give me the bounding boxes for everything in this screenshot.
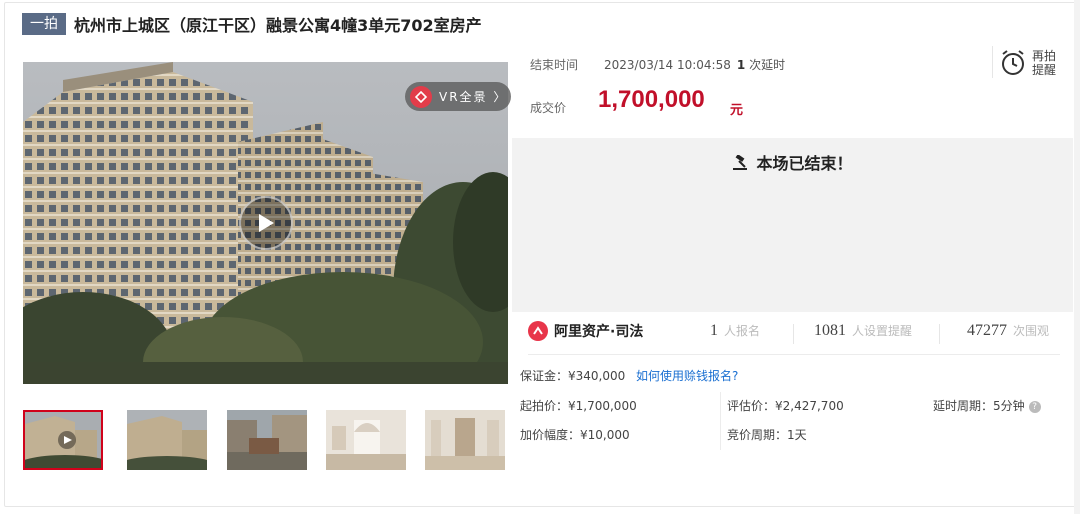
view-label: 次围观 bbox=[1013, 324, 1050, 338]
alarm-clock-icon bbox=[1002, 50, 1024, 75]
thumbnail-1[interactable] bbox=[23, 410, 103, 470]
end-time-label: 结束时间 bbox=[530, 58, 579, 72]
appraisal-price: 评估价：¥2,427,700 bbox=[727, 399, 844, 413]
remind-line-1: 再拍 bbox=[1032, 49, 1057, 63]
reminder-count: 1081 人设置提醒 bbox=[814, 322, 912, 340]
play-video-button[interactable] bbox=[239, 196, 293, 250]
remind-text: 再拍 提醒 bbox=[1032, 49, 1056, 77]
price-label: 成交价 bbox=[530, 101, 567, 115]
signup-count: 1 人报名 bbox=[710, 322, 760, 340]
signup-label: 人报名 bbox=[724, 324, 761, 338]
stats-bar: 阿里资产·司法 1 人报名 1081 人设置提醒 47277 次围观 bbox=[512, 312, 1073, 354]
ali-logo-icon bbox=[528, 321, 548, 341]
delay-count: 1 bbox=[736, 58, 746, 72]
divider bbox=[939, 324, 940, 344]
deposit-help-link[interactable]: 如何使用赊钱报名? bbox=[636, 367, 738, 384]
auction-round-badge: 一拍 bbox=[22, 13, 66, 35]
delay-period-text: 延时周期：5分钟 bbox=[933, 399, 1025, 413]
auction-info: 结束时间 2023/03/14 10:04:58 1 次延时 成交价 1,700,… bbox=[520, 46, 1073, 138]
thumbnail-5[interactable] bbox=[425, 410, 505, 470]
page-edge bbox=[1074, 0, 1080, 514]
thumbnail-3[interactable] bbox=[227, 410, 307, 470]
thumbnail-2[interactable] bbox=[127, 410, 207, 470]
auction-status-panel: 本场已结束！ bbox=[512, 138, 1073, 312]
thumbnail-strip bbox=[23, 410, 508, 472]
reminder-value: 1081 bbox=[814, 322, 846, 339]
divider bbox=[992, 46, 993, 78]
bid-increment: 加价幅度：¥10,000 bbox=[520, 428, 630, 442]
deposit: 保证金：¥340,000 bbox=[520, 369, 626, 383]
thumbnail-4[interactable] bbox=[326, 410, 406, 470]
view-value: 47277 bbox=[967, 322, 1007, 339]
ended-text: 本场已结束！ bbox=[756, 154, 853, 173]
delay-period: 延时周期：5分钟? bbox=[933, 397, 1041, 414]
reminder-label: 人设置提醒 bbox=[852, 324, 913, 338]
remind-line-2: 提醒 bbox=[1032, 63, 1057, 77]
final-price: 1,700,000 bbox=[598, 86, 705, 113]
vr-icon bbox=[410, 85, 432, 108]
price-unit: 元 bbox=[730, 103, 744, 118]
auction-ended-message: 本场已结束！ bbox=[512, 150, 1073, 174]
vr-label: VR全景 〉 bbox=[439, 90, 508, 104]
divider bbox=[793, 324, 794, 344]
delay-text: 次延时 bbox=[749, 58, 786, 72]
start-price: 起拍价：¥1,700,000 bbox=[520, 399, 637, 413]
view-count: 47277 次围观 bbox=[967, 322, 1049, 340]
play-icon bbox=[259, 214, 274, 232]
help-icon[interactable]: ? bbox=[1028, 400, 1041, 413]
vr-tour-button[interactable]: VR全景 〉 bbox=[405, 82, 511, 111]
divider bbox=[528, 354, 1060, 355]
platform-name: 阿里资产·司法 bbox=[554, 324, 644, 340]
end-time-value: 2023/03/14 10:04:58 1 次延时 bbox=[604, 56, 785, 73]
title-row: 一拍 杭州市上城区（原江干区）融景公寓4幢3单元702室房产 bbox=[22, 11, 482, 37]
signup-value: 1 bbox=[710, 322, 718, 339]
re-auction-remind-button[interactable]: 再拍 提醒 bbox=[1000, 46, 1070, 80]
divider bbox=[720, 392, 721, 450]
gavel-icon bbox=[733, 154, 748, 170]
platform-logo: 阿里资产·司法 bbox=[528, 321, 643, 341]
bid-period: 竞价周期：1天 bbox=[727, 428, 807, 442]
end-time: 2023/03/14 10:04:58 bbox=[604, 58, 731, 72]
page-title: 杭州市上城区（原江干区）融景公寓4幢3单元702室房产 bbox=[74, 16, 482, 35]
